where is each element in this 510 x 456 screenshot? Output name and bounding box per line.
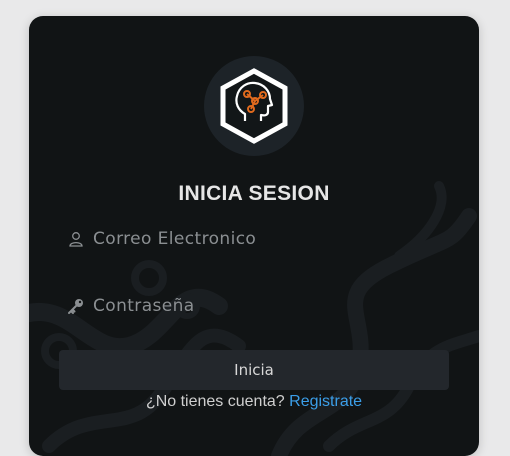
email-input[interactable] bbox=[93, 229, 423, 249]
key-icon bbox=[67, 297, 85, 315]
signup-prompt-row: ¿No tienes cuenta? Registrate bbox=[29, 393, 479, 411]
head-network-hexagon-icon bbox=[220, 68, 288, 144]
signup-link[interactable]: Registrate bbox=[289, 393, 362, 410]
password-input[interactable] bbox=[93, 296, 423, 316]
user-icon bbox=[67, 230, 85, 248]
page-title: INICIA SESION bbox=[178, 182, 330, 205]
app-logo bbox=[204, 56, 304, 156]
password-field-row bbox=[67, 289, 447, 323]
email-field-row bbox=[67, 222, 447, 256]
login-card: INICIA SESION Inicia ¿No tienes cuenta? … bbox=[29, 16, 479, 456]
signup-prompt-text: ¿No tienes cuenta? bbox=[145, 393, 285, 410]
login-button[interactable]: Inicia bbox=[59, 350, 449, 390]
